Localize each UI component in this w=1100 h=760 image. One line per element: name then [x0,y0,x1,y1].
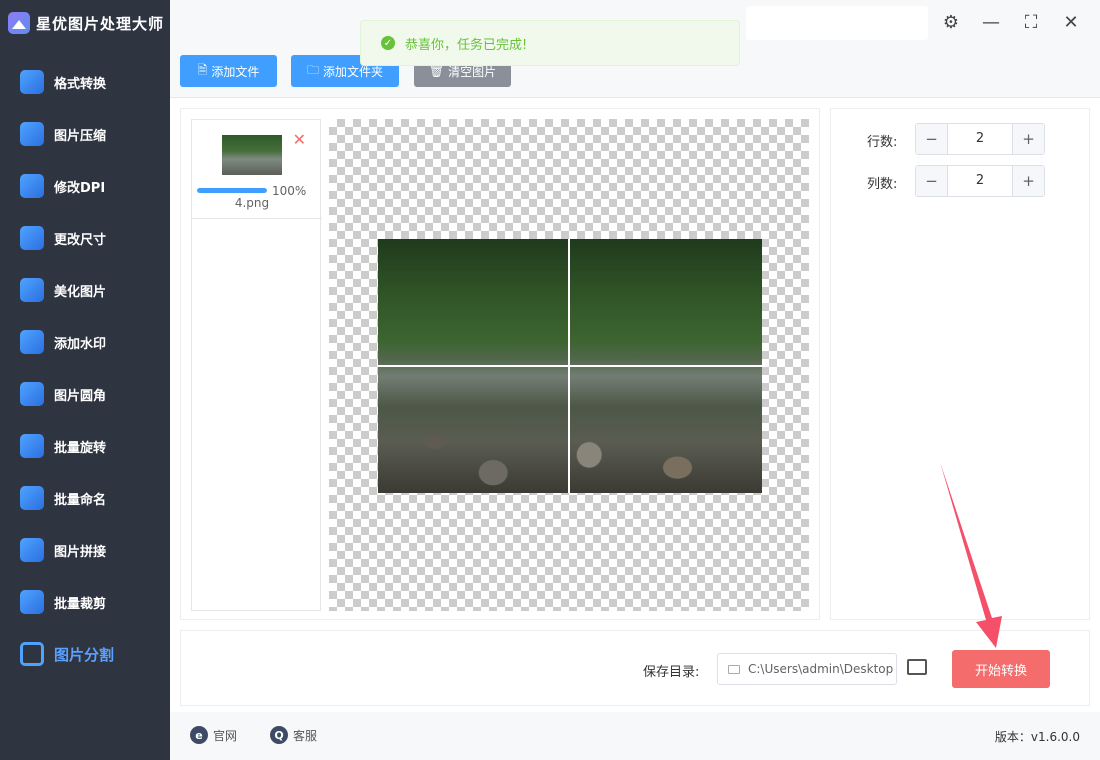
start-convert-label: 开始转换 [974,663,1027,679]
close-icon[interactable]: ✕ [1058,12,1084,33]
rows-label: 行数: [867,135,898,150]
footer: e 官网 Q 客服 版本：v1.6.0.0 [170,712,1100,760]
preview-image [378,239,762,493]
watermark-icon [20,330,44,354]
sidebar-item-9[interactable]: 图片拼接 [0,524,170,576]
sidebar-item-11[interactable]: 图片分割 [0,628,170,680]
sidebar-item-label: 更改尺寸 [54,232,107,248]
rows-increment-button[interactable]: + [1012,124,1044,154]
sidebar-item-label: 批量命名 [54,492,107,508]
sidebar-item-label: 图片圆角 [54,388,107,404]
cols-label: 列数: [867,177,898,192]
sidebar-item-8[interactable]: 批量命名 [0,472,170,524]
sidebar-item-7[interactable]: 批量旋转 [0,420,170,472]
sidebar-item-1[interactable]: 图片压缩 [0,108,170,160]
file-icon: 🗎 [197,62,208,77]
trash-icon: 🗑 [428,64,445,78]
app-title: 星优图片处理大师 [36,14,165,33]
workspace: ✕ 100% 4.png [180,108,820,620]
toast-message: 恭喜你，任务已完成! [405,37,528,53]
rows-value[interactable]: 2 [948,124,1012,154]
sidebar-item-label: 图片拼接 [54,544,107,560]
cols-stepper: − 2 + [915,165,1045,197]
main-panel: 🗎 添加文件 🗀 添加文件夹 🗑 清空图片 ⚙ — ⛶ ✕ ✓ 恭喜你，任务已完… [170,0,1100,760]
title-bar-blank [746,6,928,40]
round-corner-icon [20,382,44,406]
sidebar-item-label: 格式转换 [54,76,107,92]
maximize-icon[interactable]: ⛶ [1018,12,1044,33]
file-list: ✕ 100% 4.png [191,119,322,611]
sidebar-item-label: 批量旋转 [54,440,107,456]
sidebar-item-2[interactable]: 修改DPI [0,160,170,212]
cols-increment-button[interactable]: + [1012,166,1044,196]
sidebar-item-label: 美化图片 [54,284,107,300]
add-file-button[interactable]: 🗎 添加文件 [180,55,277,87]
support-label: 客服 [293,728,318,743]
split-icon [20,642,44,666]
save-dir-input[interactable]: C:\Users\admin\Desktop [717,653,897,685]
sidebar-item-4[interactable]: 美化图片 [0,264,170,316]
cols-decrement-button[interactable]: − [916,166,948,196]
rotate-icon [20,434,44,458]
folder-icon [728,664,740,674]
image-convert-icon [20,70,44,94]
dpi-icon [20,174,44,198]
pointer-arrow [940,462,1002,648]
sidebar-item-6[interactable]: 图片圆角 [0,368,170,420]
sidebar-item-10[interactable]: 批量裁剪 [0,576,170,628]
chat-icon: Q [270,726,288,744]
file-progress-bar [197,188,267,193]
cols-value[interactable]: 2 [948,166,1012,196]
save-dir-label: 保存目录: [643,665,700,680]
settings-sliders-icon[interactable]: ⚙ [938,12,964,33]
folder-icon: 🗀 [306,62,319,77]
sidebar-item-label: 图片压缩 [54,128,107,144]
website-label: 官网 [213,728,238,743]
save-dir-path: C:\Users\admin\Desktop [748,662,894,676]
sidebar-item-label: 添加水印 [54,336,107,352]
support-link[interactable]: Q 客服 [270,726,317,744]
split-line-horizontal [378,365,762,367]
app-logo: 星优图片处理大师 [0,0,170,46]
stitch-icon [20,538,44,562]
resize-icon [20,226,44,250]
sidebar-item-label: 修改DPI [54,180,106,196]
file-progress-fill [197,188,267,193]
app-logo-icon [8,12,30,34]
rows-stepper: − 2 + [915,123,1045,155]
sidebar: 星优图片处理大师 格式转换图片压缩修改DPI 更改尺寸美化图片添加水印图片圆角批量… [0,0,170,760]
sidebar-item-3[interactable]: 更改尺寸 [0,212,170,264]
rename-icon [20,486,44,510]
success-toast: ✓ 恭喜你，任务已完成! [360,20,740,66]
sidebar-item-label: 批量裁剪 [54,596,107,612]
sidebar-item-5[interactable]: 添加水印 [0,316,170,368]
check-circle-icon: ✓ [381,36,395,50]
minimize-icon[interactable]: — [978,12,1004,33]
add-file-label: 添加文件 [211,64,260,79]
sidebar-item-0[interactable]: 格式转换 [0,56,170,108]
crop-icon [20,590,44,614]
sidebar-item-label: 图片分割 [54,645,115,664]
remove-file-icon[interactable]: ✕ [293,130,306,149]
version-text: 版本：v1.6.0.0 [994,730,1080,744]
file-name: 4.png [234,196,270,210]
file-list-divider [192,218,322,219]
rows-decrement-button[interactable]: − [916,124,948,154]
browser-icon: e [190,726,208,744]
image-compress-icon [20,122,44,146]
beautify-icon [20,278,44,302]
image-preview [329,119,809,611]
start-convert-button[interactable]: 开始转换 [952,650,1050,688]
browse-folder-icon[interactable] [907,659,927,675]
website-link[interactable]: e 官网 [190,726,237,744]
file-thumbnail[interactable] [222,135,282,175]
